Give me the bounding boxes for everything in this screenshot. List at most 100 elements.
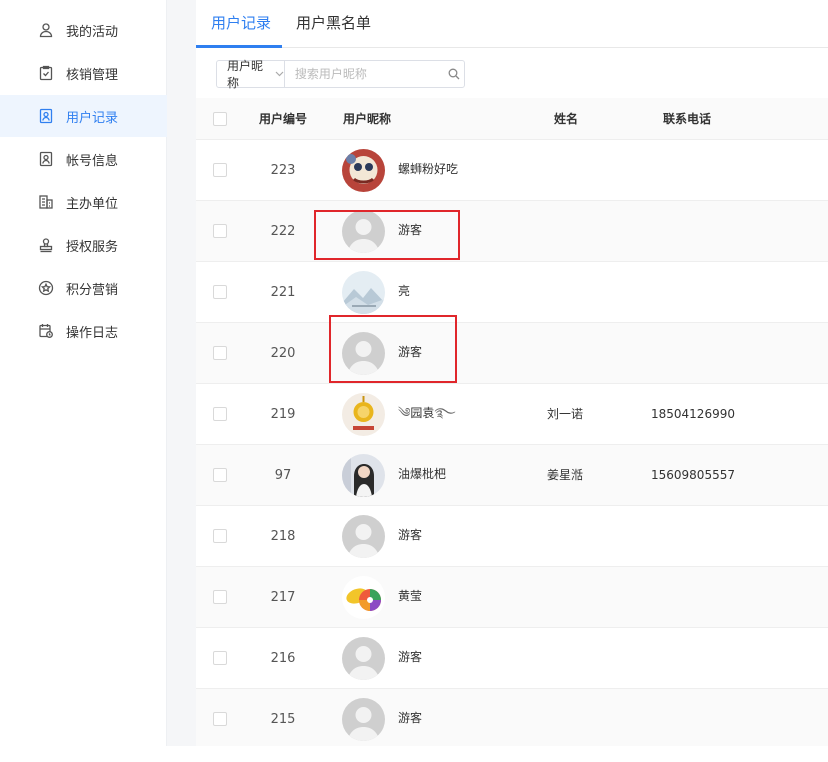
- nickname-text: 螺蛳粉好吃: [398, 162, 459, 176]
- user-id-cell: 223: [270, 163, 296, 178]
- row-checkbox[interactable]: [213, 468, 227, 482]
- user-id-cell: 216: [270, 651, 296, 666]
- table-row: 216 游客: [196, 628, 828, 689]
- user-id-cell: 217: [270, 590, 296, 605]
- search-field-label: 用户昵称: [227, 59, 264, 90]
- table-row: 221 亮: [196, 262, 828, 323]
- phone-cell: 15609805557: [651, 468, 735, 482]
- row-checkbox[interactable]: [213, 163, 227, 177]
- row-checkbox[interactable]: [213, 590, 227, 604]
- search-field-select[interactable]: 用户昵称: [217, 59, 285, 90]
- nickname-text: 游客: [398, 528, 423, 542]
- nickname-text: 游客: [398, 711, 423, 725]
- building-icon: [38, 194, 54, 210]
- nickname-cell: 亮: [398, 262, 410, 323]
- nickname-text: 园袁: [410, 406, 435, 420]
- nickname-cell: 油爆枇杷: [398, 445, 446, 506]
- avatar: [342, 576, 385, 619]
- sidebar-item-organizer[interactable]: 主办单位: [0, 181, 167, 223]
- nickname-cell: 游客: [398, 628, 422, 689]
- nickname-text: 黄莹: [398, 589, 423, 603]
- row-checkbox[interactable]: [213, 712, 227, 726]
- user-id-cell: 220: [270, 346, 296, 361]
- decoration-glyph: ༄: [398, 406, 411, 421]
- sidebar-item-user-records[interactable]: 用户记录: [0, 95, 167, 137]
- sidebar-item-my-activities[interactable]: 我的活动: [0, 9, 167, 51]
- stamp-icon: [38, 237, 54, 253]
- sidebar-item-points-marketing[interactable]: 积分营销: [0, 267, 167, 309]
- sidebar-item-operation-log[interactable]: 操作日志: [0, 310, 167, 352]
- avatar: [342, 149, 385, 192]
- check-clipboard-icon: [38, 65, 54, 81]
- user-id-cell: 221: [270, 285, 296, 300]
- sidebar-item-label: 授权服务: [66, 239, 119, 255]
- sidebar: 我的活动 核销管理 用户记录 帐号信息 主办单位 授权服务 积分营销 操作日志: [0, 0, 167, 746]
- calendar-log-icon: [38, 323, 54, 339]
- star-circle-icon: [38, 280, 54, 296]
- table-row: 223 螺蛳粉好吃: [196, 140, 828, 201]
- table-row: 215 游客: [196, 689, 828, 750]
- nickname-text: 油爆枇杷: [398, 467, 447, 481]
- table-row: 222 游客: [196, 201, 828, 262]
- sidebar-item-verification[interactable]: 核销管理: [0, 52, 167, 94]
- user-record-icon: [38, 108, 54, 124]
- avatar: [342, 393, 385, 436]
- highlight-box: [314, 210, 460, 260]
- column-header-name[interactable]: 姓名: [554, 98, 578, 140]
- sidebar-item-label: 我的活动: [66, 24, 119, 40]
- phone-cell: 18504126990: [651, 407, 735, 421]
- nickname-cell: 游客: [398, 506, 422, 567]
- user-icon: [38, 22, 54, 38]
- user-id-cell: 218: [270, 529, 296, 544]
- active-tab-indicator: [196, 45, 282, 48]
- nickname-cell: ༄园袁࿐: [398, 384, 456, 445]
- tab-user-records[interactable]: 用户记录: [211, 0, 271, 48]
- nickname-cell: 螺蛳粉好吃: [398, 140, 458, 201]
- name-cell: 姜星湉: [547, 468, 584, 482]
- sidebar-item-authorization[interactable]: 授权服务: [0, 224, 167, 266]
- tab-bar: 用户记录 用户黑名单: [196, 0, 828, 48]
- decoration-glyph: ࿐: [434, 406, 456, 421]
- avatar: [342, 454, 385, 497]
- nickname-text: 游客: [398, 650, 423, 664]
- search-box: 用户昵称: [216, 59, 465, 90]
- avatar: [342, 637, 385, 680]
- user-id-cell: 215: [270, 712, 296, 727]
- table-row: 97 油爆枇杷 姜星湉 15609805557: [196, 445, 828, 506]
- search-input[interactable]: [284, 61, 445, 87]
- sidebar-item-label: 用户记录: [66, 110, 119, 126]
- sidebar-item-label: 积分营销: [66, 282, 119, 298]
- row-checkbox[interactable]: [213, 346, 227, 360]
- row-checkbox[interactable]: [213, 529, 227, 543]
- chevron-down-icon: [275, 69, 284, 80]
- bottom-strip: [0, 746, 828, 762]
- row-checkbox[interactable]: [213, 407, 227, 421]
- column-header-nickname[interactable]: 用户昵称: [343, 98, 391, 140]
- table-header: 用户编号 用户昵称 姓名 联系电话: [196, 98, 828, 140]
- sidebar-item-label: 核销管理: [66, 67, 119, 83]
- column-header-phone[interactable]: 联系电话: [663, 98, 711, 140]
- user-id-cell: 222: [270, 224, 296, 239]
- row-checkbox[interactable]: [213, 285, 227, 299]
- select-all-checkbox[interactable]: [213, 112, 227, 126]
- avatar: [342, 515, 385, 558]
- avatar: [342, 698, 385, 741]
- main-content: 用户记录 用户黑名单 用户昵称 用户编号 用户昵称 姓名 联系电话 223 螺蛳粉…: [196, 0, 828, 750]
- sidebar-item-label: 操作日志: [66, 325, 119, 341]
- nickname-cell: 游客: [398, 689, 422, 750]
- search-icon[interactable]: [445, 61, 464, 87]
- nickname-text: 亮: [398, 284, 411, 298]
- table-row: 217 黄莹: [196, 567, 828, 628]
- sidebar-item-account-info[interactable]: 帐号信息: [0, 138, 167, 180]
- tab-user-blacklist[interactable]: 用户黑名单: [296, 0, 371, 48]
- column-header-user-id[interactable]: 用户编号: [259, 98, 307, 140]
- highlight-box: [329, 315, 457, 383]
- content-gutter: [167, 0, 196, 746]
- row-checkbox[interactable]: [213, 224, 227, 238]
- row-checkbox[interactable]: [213, 651, 227, 665]
- avatar: [342, 271, 385, 314]
- nickname-cell: 黄莹: [398, 567, 422, 628]
- user-id-cell: 219: [270, 407, 296, 422]
- table-row: 219 ༄园袁࿐ 刘一诺 18504126990: [196, 384, 828, 445]
- user-id-cell: 97: [274, 468, 292, 483]
